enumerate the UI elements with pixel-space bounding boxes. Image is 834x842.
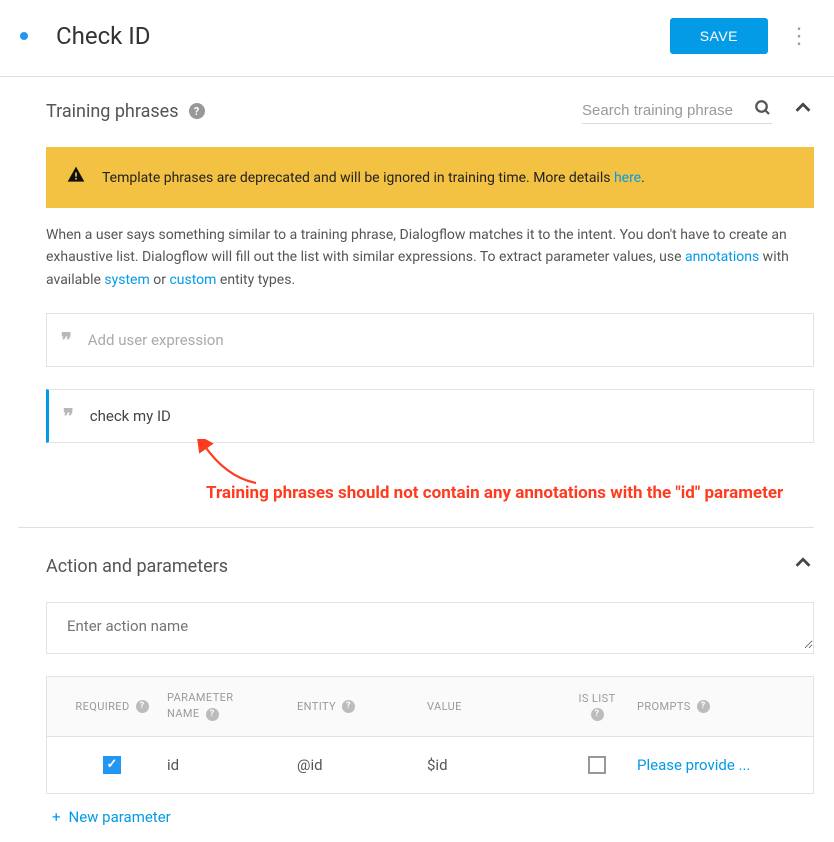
new-parameter-label: New parameter — [69, 808, 171, 826]
quote-icon: ❞ — [63, 404, 74, 428]
custom-link[interactable]: custom — [169, 272, 216, 288]
training-phrase-row[interactable]: ❞ check my ID — [46, 389, 814, 443]
warning-text: Template phrases are deprecated and will… — [102, 170, 645, 186]
help-icon[interactable]: ? — [342, 700, 355, 713]
system-link[interactable]: system — [104, 272, 149, 288]
quote-icon: ❞ — [61, 328, 72, 352]
required-checkbox[interactable]: ✓ — [103, 756, 121, 774]
param-entity-value[interactable]: @id — [297, 756, 323, 774]
action-section-header: Action and parameters — [46, 552, 814, 580]
page-title: Check ID — [56, 22, 670, 50]
plus-icon: + — [52, 808, 61, 826]
header-prompts: PROMPTS — [637, 700, 691, 713]
add-expression-placeholder: Add user expression — [88, 331, 799, 349]
training-section-header: Training phrases ? — [46, 97, 814, 125]
add-expression-box[interactable]: ❞ Add user expression — [46, 313, 814, 367]
help-icon[interactable]: ? — [591, 708, 604, 721]
collapse-action-icon[interactable] — [792, 552, 814, 580]
action-name-input[interactable] — [47, 603, 813, 649]
deprecation-warning-banner: Template phrases are deprecated and will… — [46, 147, 814, 208]
header-required: REQUIRED — [75, 700, 129, 713]
training-description: When a user says something similar to a … — [46, 224, 814, 291]
page-header: Check ID SAVE ⋮ — [0, 0, 834, 77]
collapse-training-icon[interactable] — [792, 97, 814, 125]
action-name-panel — [46, 602, 814, 654]
training-phrase-text: check my ID — [90, 407, 799, 425]
training-search-input[interactable] — [582, 98, 750, 123]
training-search-wrap — [582, 98, 772, 124]
header-is-list: IS LIST — [578, 692, 615, 706]
help-icon[interactable]: ? — [697, 700, 710, 713]
action-section-title: Action and parameters — [46, 556, 228, 577]
warning-link[interactable]: here — [614, 170, 641, 186]
header-entity: ENTITY — [297, 700, 336, 713]
parameters-table-header: REQUIRED ? PARAMETER NAME ? ENTITY ? VAL… — [47, 677, 813, 737]
search-icon[interactable] — [754, 99, 772, 122]
annotation-text: Training phrases should not contain any … — [206, 483, 783, 503]
param-prompt-link[interactable]: Please provide ... — [637, 755, 750, 775]
section-divider — [18, 527, 814, 528]
parameters-table: REQUIRED ? PARAMETER NAME ? ENTITY ? VAL… — [46, 676, 814, 794]
header-value: VALUE — [427, 700, 462, 713]
header-param-name-1: PARAMETER — [167, 691, 234, 705]
training-help-icon[interactable]: ? — [189, 103, 205, 119]
content-area: Training phrases ? Template phrases are … — [0, 77, 834, 842]
more-menu-icon[interactable]: ⋮ — [784, 24, 814, 49]
help-icon[interactable]: ? — [136, 700, 149, 713]
arrow-icon — [196, 439, 276, 489]
annotations-link[interactable]: annotations — [685, 249, 759, 265]
annotation-callout: Training phrases should not contain any … — [46, 455, 814, 515]
new-parameter-button[interactable]: + New parameter — [46, 794, 177, 832]
header-param-name-2: NAME — [167, 707, 200, 721]
is-list-checkbox[interactable] — [588, 756, 606, 774]
warning-icon — [66, 165, 86, 190]
status-dot — [20, 32, 28, 40]
training-section-title: Training phrases — [46, 101, 179, 122]
warning-message: Template phrases are deprecated and will… — [102, 170, 614, 186]
param-name-value[interactable]: id — [167, 756, 179, 774]
save-button[interactable]: SAVE — [670, 18, 768, 54]
help-icon[interactable]: ? — [206, 708, 219, 721]
parameter-row[interactable]: ✓ id @id $id Please provide ... — [47, 737, 813, 793]
param-value[interactable]: $id — [427, 756, 448, 774]
